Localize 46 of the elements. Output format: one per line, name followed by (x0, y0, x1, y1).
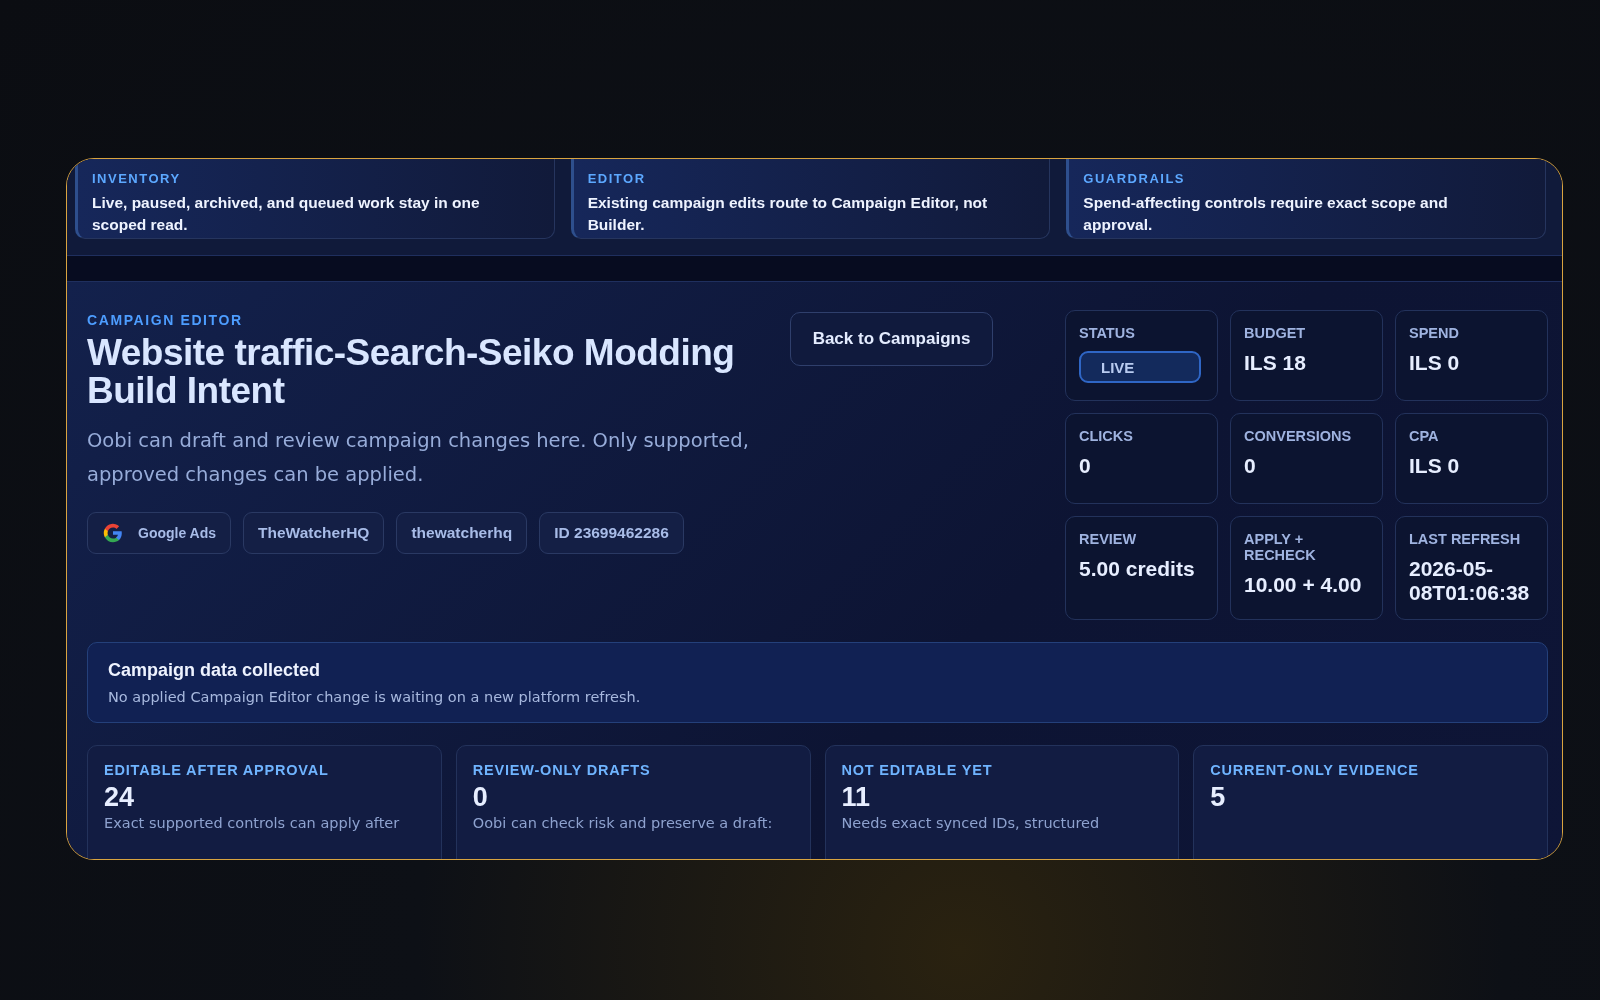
note-label: GUARDRAILS (1083, 171, 1186, 186)
summary-text: Needs exact synced IDs, structured (841, 815, 1101, 831)
summary-count: 5 (1210, 782, 1227, 813)
campaign-description: Oobi can draft and review campaign changes here. Only supported, approved changes can be applied. (87, 428, 750, 488)
metric-value: ILS 18 (1244, 351, 1307, 375)
metric-label: CPA (1409, 428, 1440, 444)
account-chip: TheWatcherHQ (243, 512, 385, 554)
metric-label: BUDGET (1244, 325, 1307, 341)
summary-label: REVIEW-ONLY DRAFTS (472, 762, 652, 778)
section-eyebrow: CAMPAIGN EDITOR (87, 312, 244, 328)
notice-text: No applied Campaign Editor change is waiting on a new platform refresh. (108, 689, 642, 705)
metric-value: 0 (1079, 454, 1092, 478)
note-text: Spend-affecting controls require exact scope and approval. (1083, 193, 1449, 235)
campaign-title: Website traffic-Search-Seiko Modding Build Intent (87, 334, 736, 410)
metric-label: APPLY + RECHECK (1244, 531, 1317, 563)
summary-label: EDITABLE AFTER APPROVAL (104, 762, 330, 778)
metric-value: 0 (1244, 454, 1257, 478)
metric-value: 5.00 credits (1079, 557, 1196, 581)
metric-label: CLICKS (1079, 428, 1134, 444)
note-text: Live, paused, archived, and queued work stay in one scoped read. (92, 193, 481, 235)
note-text: Existing campaign edits route to Campaign Editor, not Builder. (587, 193, 989, 235)
summary-count: 0 (472, 782, 489, 813)
platform-name: Google Ads (138, 525, 217, 541)
summary-text: Oobi can check risk and preserve a draft: (472, 815, 774, 831)
note-label: EDITOR (587, 171, 647, 186)
notice-title: Campaign data collected (108, 660, 322, 681)
status-badge: LIVE (1079, 351, 1201, 383)
summary-label: NOT EDITABLE YET (841, 762, 994, 778)
metric-value: ILS 0 (1409, 454, 1461, 478)
metric-value: 2026-05-08T01:06:38 (1409, 557, 1531, 605)
account-chip: ID 23699462286 (539, 512, 684, 554)
metric-value: ILS 0 (1409, 351, 1461, 375)
back-button[interactable]: Back to Campaigns (789, 312, 994, 366)
account-chip: thewatcherhq (396, 512, 528, 554)
metric-value: 10.00 + 4.00 (1244, 573, 1363, 597)
metric-label: SPEND (1409, 325, 1460, 341)
summary-count: 11 (841, 782, 872, 813)
note-label: INVENTORY (92, 171, 182, 186)
summary-label: CURRENT-ONLY EVIDENCE (1210, 762, 1420, 778)
google-g-icon (102, 522, 124, 544)
metric-label: CONVERSIONS (1244, 428, 1353, 444)
metric-label: LAST REFRESH (1409, 531, 1522, 547)
summary-count: 24 (104, 782, 136, 813)
metric-label: STATUS (1079, 325, 1136, 341)
metric-label: REVIEW (1079, 531, 1138, 547)
summary-text: Exact supported controls can apply after (104, 815, 401, 831)
